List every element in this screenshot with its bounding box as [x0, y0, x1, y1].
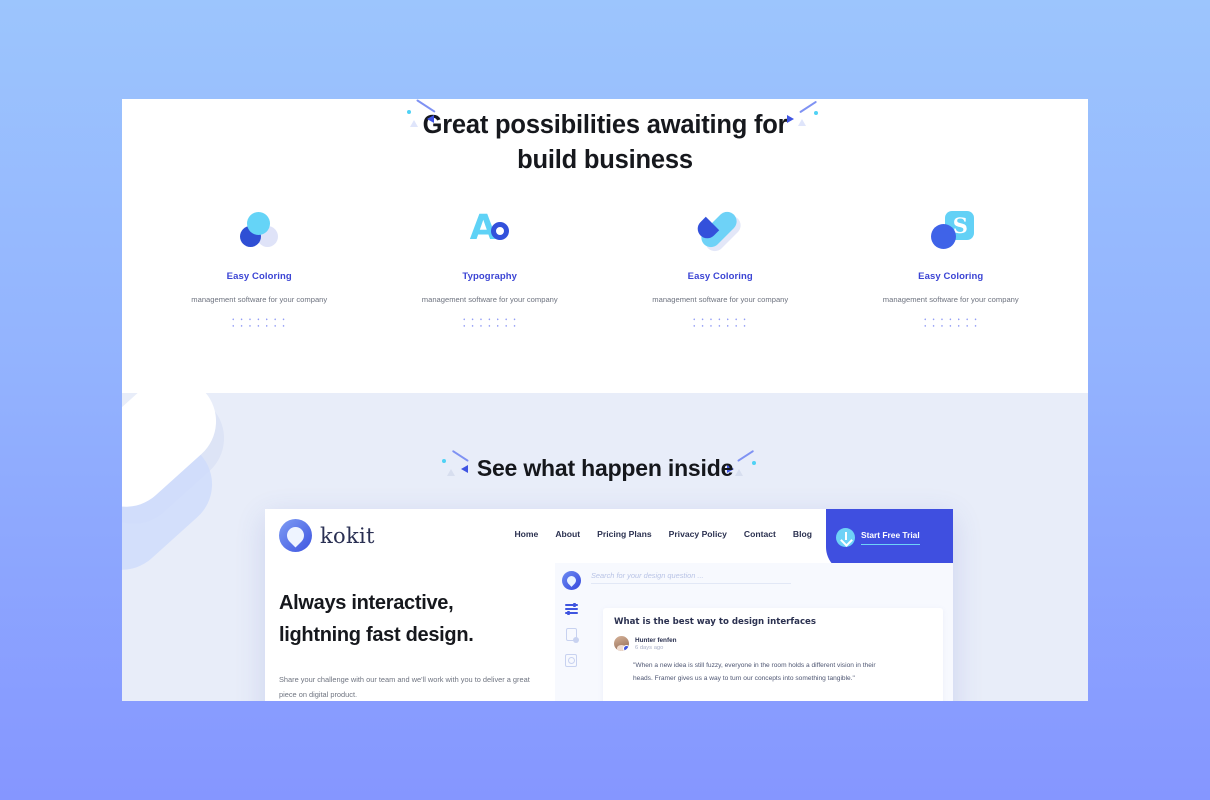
image-icon[interactable] — [565, 654, 577, 667]
features-section: Great possibilities awaiting for build b… — [122, 99, 1088, 393]
dot-pattern — [228, 314, 291, 328]
mock-hero: Always interactive, lightning fast desig… — [265, 563, 555, 701]
letter-s-square-icon: S — [923, 210, 979, 256]
mock-app-preview: Search for your design question ... What… — [555, 563, 953, 701]
sliders-icon[interactable] — [564, 602, 578, 615]
start-free-trial-label: Start Free Trial — [861, 530, 920, 545]
download-arrow-icon — [836, 527, 855, 547]
dot-pattern — [458, 314, 521, 328]
inside-heading: See what happen inside — [476, 455, 734, 481]
mock-hero-heading-line-2: lightning fast design. — [279, 624, 474, 646]
feature-card-title: Easy Coloring — [226, 271, 292, 282]
mock-hero-heading: Always interactive, lightning fast desig… — [279, 587, 537, 651]
feature-card-description: management software for your company — [652, 295, 789, 304]
features-heading-line-1: Great possibilities awaiting for — [422, 111, 788, 139]
kokit-logo-icon — [279, 519, 312, 552]
mock-navigation: Home About Pricing Plans Privacy Policy … — [514, 529, 812, 539]
verified-badge-icon — [623, 645, 629, 651]
dot-pattern — [919, 314, 982, 328]
feature-card-title: Easy Coloring — [918, 271, 984, 282]
mock-body: Always interactive, lightning fast desig… — [265, 563, 953, 701]
features-heading-line-2: build business — [517, 146, 693, 174]
post-quote: "When a new idea is still fuzzy, everyon… — [633, 662, 876, 682]
mock-app-content: Search for your design question ... What… — [587, 563, 953, 701]
feature-card[interactable]: Easy Coloring management software for yo… — [144, 210, 375, 328]
feature-card-title: Typography — [462, 271, 518, 282]
post-title: What is the best way to design interface… — [614, 617, 816, 627]
post-card[interactable]: What is the best way to design interface… — [603, 608, 943, 701]
mock-search-row: Search for your design question ... — [587, 563, 953, 592]
three-circles-icon — [231, 210, 287, 256]
feature-card-description: management software for your company — [191, 295, 328, 304]
post-author-name: Hunter fenfen — [635, 636, 677, 644]
nav-item-blog[interactable]: Blog — [793, 529, 812, 539]
mock-app-sidebar — [555, 563, 587, 701]
mock-logo[interactable]: kokit — [279, 519, 375, 552]
nav-item-privacy-policy[interactable]: Privacy Policy — [669, 529, 727, 539]
feature-card-title: Easy Coloring — [687, 271, 753, 282]
inside-section: See what happen inside kokit Home About … — [122, 393, 1088, 701]
dot-pattern — [689, 314, 752, 328]
features-heading: Great possibilities awaiting for build b… — [122, 108, 1088, 178]
letter-a-o-icon: A — [462, 210, 518, 256]
nav-item-home[interactable]: Home — [514, 529, 538, 539]
nav-item-pricing-plans[interactable]: Pricing Plans — [597, 529, 651, 539]
search-input[interactable]: Search for your design question ... — [591, 571, 791, 584]
mock-hero-heading-line-1: Always interactive, — [279, 592, 454, 614]
nav-item-contact[interactable]: Contact — [744, 529, 776, 539]
feature-card[interactable]: S Easy Coloring management software for … — [836, 210, 1067, 328]
page-root: Great possibilities awaiting for build b… — [0, 0, 1210, 800]
feature-card-grid: Easy Coloring management software for yo… — [122, 207, 1088, 328]
mock-logo-text: kokit — [320, 523, 375, 548]
nav-item-about[interactable]: About — [555, 529, 580, 539]
feature-card[interactable]: A Typography management software for you… — [375, 210, 606, 328]
feature-card[interactable]: Easy Coloring management software for yo… — [605, 207, 836, 328]
feature-card-description: management software for your company — [882, 295, 1019, 304]
post-author: Hunter fenfen 6 days ago — [614, 636, 933, 651]
avatar — [614, 636, 629, 651]
feature-card-description: management software for your company — [421, 295, 558, 304]
post-timestamp: 6 days ago — [635, 644, 664, 651]
browser-mockup: kokit Home About Pricing Plans Privacy P… — [265, 509, 953, 701]
pill-capsule-icon — [692, 207, 748, 256]
document-icon[interactable] — [565, 628, 579, 643]
mock-topbar: kokit Home About Pricing Plans Privacy P… — [265, 509, 953, 573]
mock-hero-paragraph: Share your challenge with our team and w… — [279, 675, 530, 699]
app-logo-icon[interactable] — [561, 571, 581, 590]
